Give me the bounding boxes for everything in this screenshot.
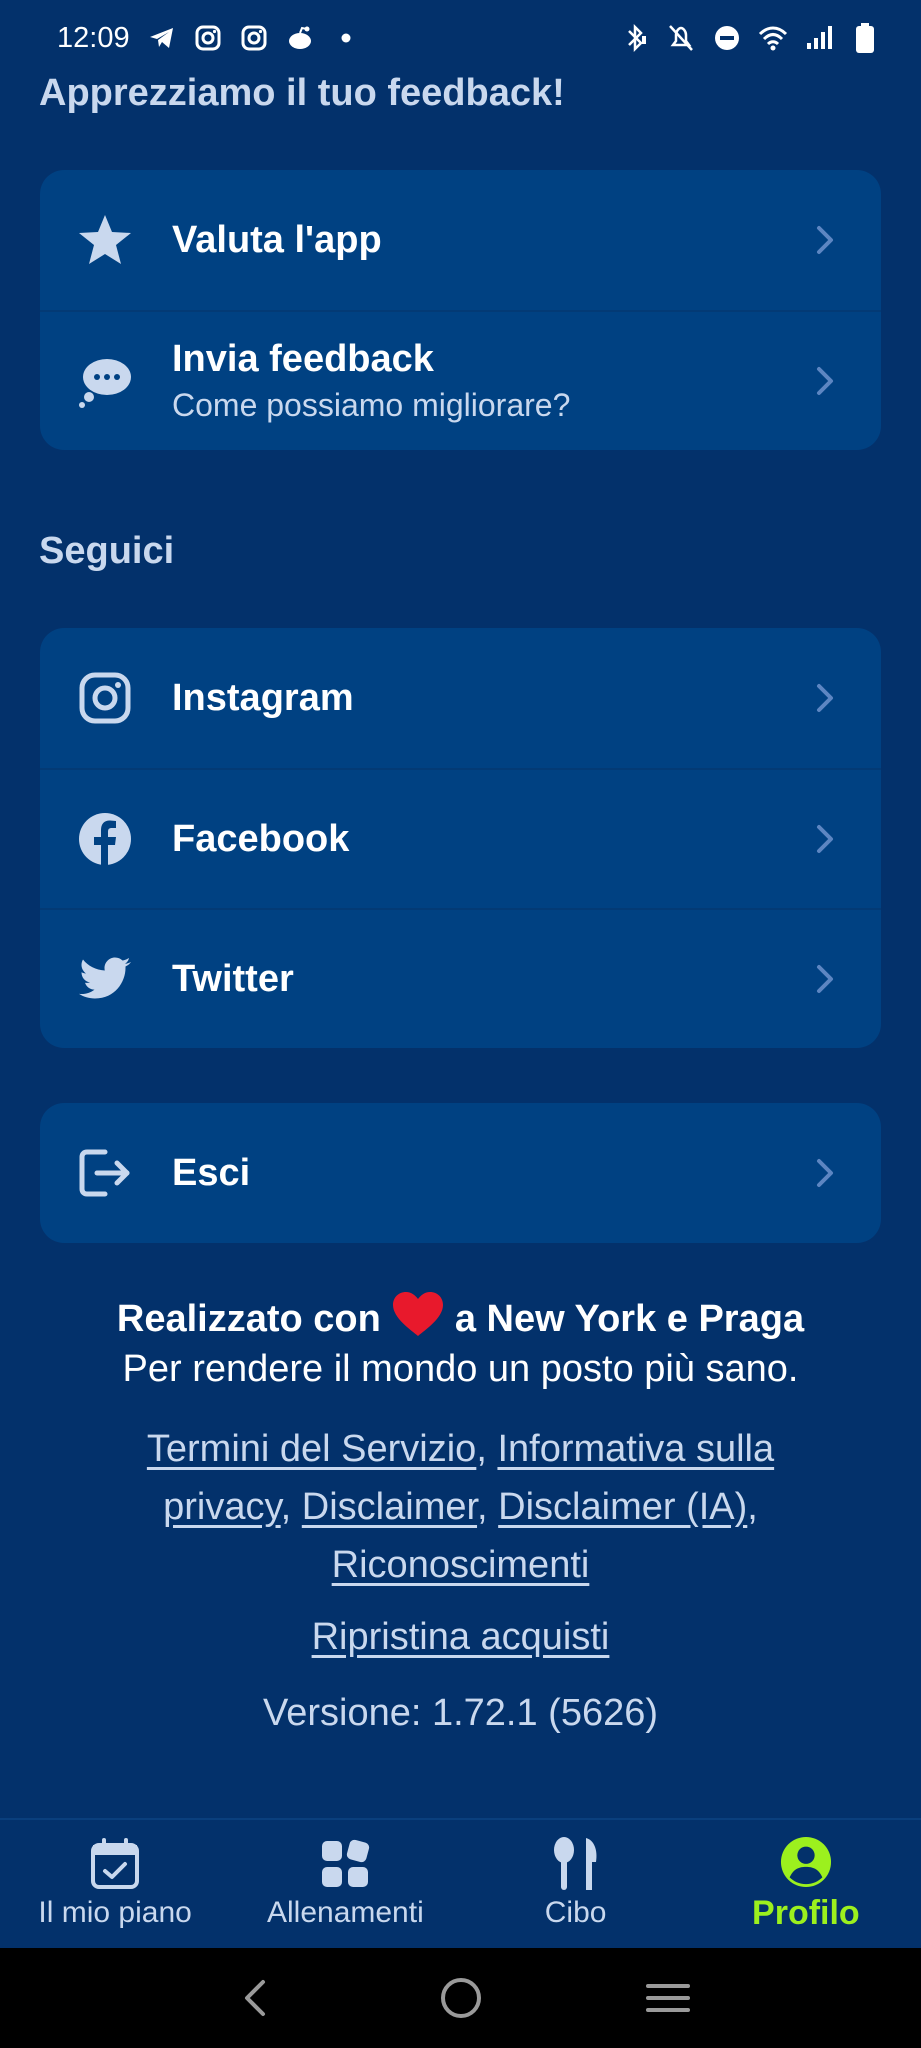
back-icon[interactable] xyxy=(224,1968,284,2028)
signal-icon xyxy=(803,22,835,54)
status-bar: 12:09 xyxy=(0,0,921,76)
restore-purchases-link[interactable]: Ripristina acquisti xyxy=(312,1616,610,1658)
logout-icon xyxy=(76,1144,134,1202)
instagram-label: Instagram xyxy=(172,676,354,719)
logout-row[interactable]: Esci xyxy=(40,1103,881,1243)
facebook-icon xyxy=(76,810,134,868)
logout-label: Esci xyxy=(172,1151,251,1194)
disclaimer-link[interactable]: Disclaimer xyxy=(302,1486,477,1528)
bottom-nav: Il mio piano Allenamenti Cibo Profilo xyxy=(0,1818,921,1948)
legal-links: Termini del Servizio, Informativa sulla … xyxy=(146,1428,775,1586)
chevron-right-icon xyxy=(813,363,837,399)
feedback-section-title: Apprezziamo il tuo feedback! xyxy=(39,72,565,114)
rate-app-label: Valuta l'app xyxy=(172,218,382,261)
status-time: 12:09 xyxy=(57,21,130,54)
send-feedback-label: Invia feedback xyxy=(172,338,434,380)
telegram-icon xyxy=(148,24,176,52)
rate-app-row[interactable]: Valuta l'app xyxy=(40,170,881,310)
nav-workouts[interactable]: Allenamenti xyxy=(230,1820,460,1948)
nav-profile-label: Profilo xyxy=(752,1893,860,1932)
restore-purchases: Ripristina acquisti xyxy=(0,1616,921,1659)
facebook-label: Facebook xyxy=(172,817,350,860)
nav-workouts-label: Allenamenti xyxy=(266,1896,424,1929)
twitter-text: Twitter xyxy=(172,958,294,1001)
home-icon[interactable] xyxy=(431,1968,491,2028)
star-icon xyxy=(76,211,134,269)
instagram-text: Instagram xyxy=(172,677,354,720)
made-with-text: Realizzato con xyxy=(116,1297,381,1340)
facebook-row[interactable]: Facebook xyxy=(40,768,881,908)
status-right xyxy=(619,22,881,54)
social-card: Instagram Facebook Twitter xyxy=(40,628,881,1048)
reddit-icon xyxy=(286,24,314,52)
made-with-love: Realizzato con a New York e Praga xyxy=(0,1290,921,1348)
thought-bubble-icon xyxy=(76,352,134,410)
social-section-title: Seguici xyxy=(39,530,175,572)
terms-link[interactable]: Termini del Servizio xyxy=(147,1428,476,1470)
twitter-icon xyxy=(76,950,134,1008)
send-feedback-text: Invia feedback Come possiamo migliorare? xyxy=(172,338,570,424)
rate-app-text: Valuta l'app xyxy=(172,219,382,262)
chevron-right-icon xyxy=(813,222,837,258)
battery-icon xyxy=(849,22,881,54)
nav-profile[interactable]: Profilo xyxy=(691,1820,921,1948)
mute-icon xyxy=(665,22,697,54)
profile-icon xyxy=(780,1836,832,1888)
twitter-label: Twitter xyxy=(172,957,294,1000)
send-feedback-row[interactable]: Invia feedback Come possiamo migliorare? xyxy=(40,310,881,450)
version-text: Versione: 1.72.1 (5626) xyxy=(262,1692,659,1734)
facebook-text: Facebook xyxy=(172,818,349,861)
twitter-row[interactable]: Twitter xyxy=(40,908,881,1048)
calendar-check-icon xyxy=(89,1838,141,1890)
fork-spoon-icon xyxy=(550,1837,602,1890)
credits-link[interactable]: Riconoscimenti xyxy=(332,1544,590,1586)
logout-text: Esci xyxy=(172,1152,250,1195)
system-nav-bar xyxy=(0,1948,921,2048)
nav-food[interactable]: Cibo xyxy=(461,1820,691,1948)
chevron-right-icon xyxy=(813,1155,837,1191)
grid-icon xyxy=(319,1838,371,1890)
instagram-icon xyxy=(240,24,268,52)
heart-icon xyxy=(391,1290,445,1348)
bluetooth-icon xyxy=(619,22,651,54)
mission-text: Per rendere il mondo un posto più sano. xyxy=(122,1348,799,1390)
nav-my-plan-label: Il mio piano xyxy=(38,1896,192,1929)
instagram-icon xyxy=(76,669,134,727)
recents-icon[interactable] xyxy=(638,1968,698,2028)
dnd-icon xyxy=(711,22,743,54)
chevron-right-icon xyxy=(813,821,837,857)
instagram-icon xyxy=(194,24,222,52)
instagram-row[interactable]: Instagram xyxy=(40,628,881,768)
chevron-right-icon xyxy=(813,680,837,716)
made-in-text: a New York e Praga xyxy=(454,1297,805,1340)
dot-icon xyxy=(332,24,360,52)
feedback-card: Valuta l'app Invia feedback Come possiam… xyxy=(40,170,881,450)
disclaimer-ai-link[interactable]: Disclaimer (IA) xyxy=(498,1486,747,1528)
chevron-right-icon xyxy=(813,961,837,997)
logout-card: Esci xyxy=(40,1103,881,1243)
wifi-icon xyxy=(757,22,789,54)
nav-food-label: Cibo xyxy=(544,1896,607,1929)
nav-my-plan[interactable]: Il mio piano xyxy=(0,1820,230,1948)
send-feedback-subtitle: Come possiamo migliorare? xyxy=(172,387,571,423)
status-left: 12:09 xyxy=(57,22,360,55)
